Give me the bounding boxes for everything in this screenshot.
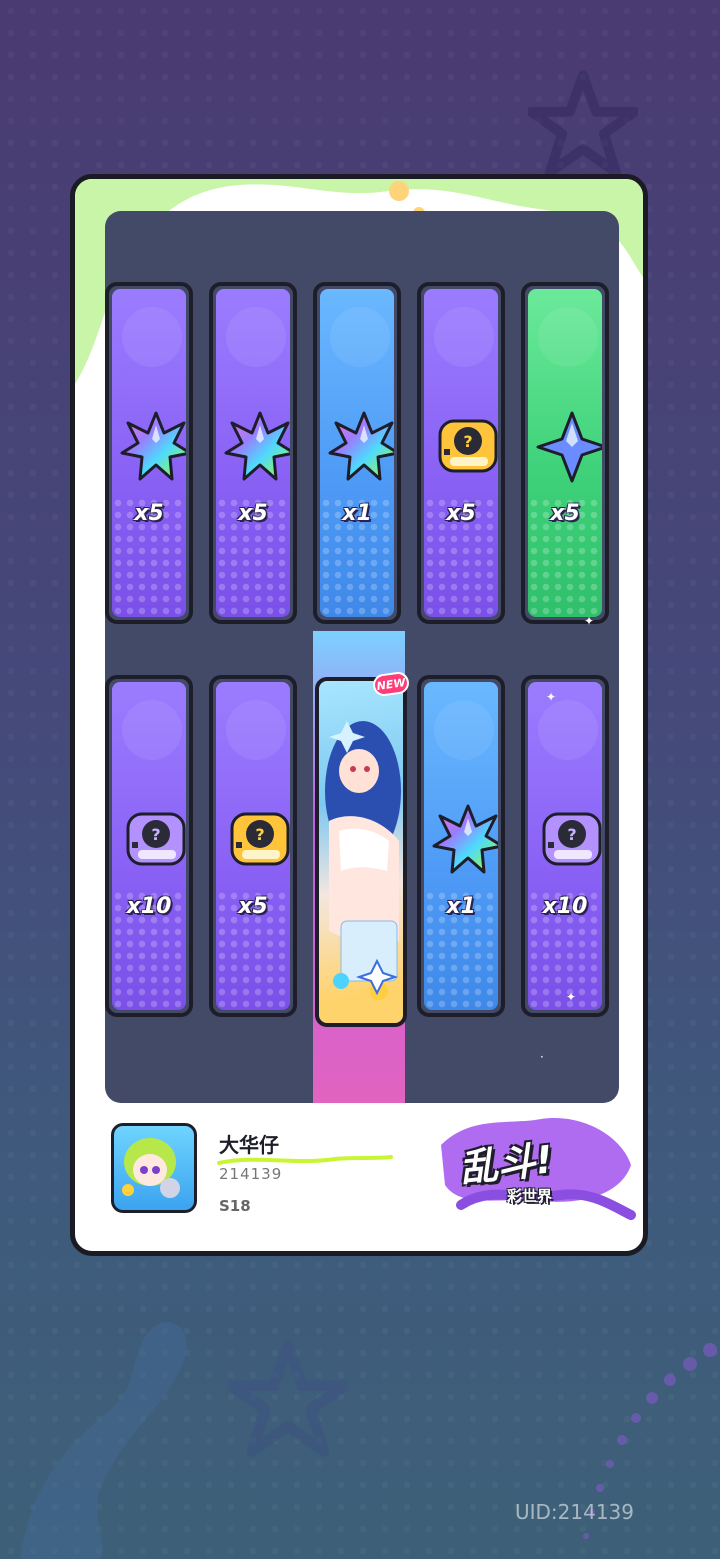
tile-gloss [226, 307, 286, 367]
reward-quantity: x5 [446, 501, 476, 526]
reward-quantity: x10 [126, 894, 172, 919]
reward-tile-background: ? x5 [424, 289, 498, 617]
reward-tile-background: ? x5 [216, 682, 290, 1010]
reward-tile[interactable]: x5 [521, 282, 609, 624]
background-star-icon [228, 1340, 348, 1457]
sparkle-icon: ✦ [566, 990, 577, 1004]
background-star-icon [528, 70, 638, 178]
reward-tile[interactable]: x1 [417, 675, 505, 1017]
rainbow-star-icon [430, 802, 498, 878]
reward-tile-background: x5 [112, 289, 186, 617]
svg-text:?: ? [255, 825, 264, 844]
reward-quantity: x10 [542, 894, 588, 919]
player-footer: 大华仔 214139 S18 乱斗! 彩世界 [75, 1105, 643, 1251]
reward-tile-background: x5 [528, 289, 602, 617]
reward-share-card: x5 x5 x1 ? x5 x5 ? x10 ? x5 x1 ? x10 NEW… [70, 174, 648, 1256]
player-avatar[interactable] [111, 1123, 197, 1213]
reward-tile[interactable]: ? x5 [417, 282, 505, 624]
purple-mystery-ticket-icon: ? [118, 802, 186, 878]
reward-tile-background: ? x10 [528, 682, 602, 1010]
svg-text:?: ? [151, 825, 160, 844]
purple-mystery-ticket-icon: ? [534, 802, 602, 878]
uid-footer-label: UID:214139 [514, 1500, 634, 1524]
reward-tile[interactable]: x1 [313, 282, 401, 624]
background-splash-icon [20, 1322, 187, 1559]
avatar-portrait [122, 1138, 180, 1198]
rainbow-star-icon [118, 409, 186, 485]
season-label: S18 [219, 1197, 251, 1215]
reward-tile-background: x5 [216, 289, 290, 617]
gold-mystery-ticket-icon: ? [222, 802, 290, 878]
sparkle-icon: · [540, 1050, 544, 1064]
reward-quantity: x5 [134, 501, 164, 526]
reward-tile[interactable]: ? x10 [521, 675, 609, 1017]
sparkle-icon: ✦ [546, 690, 557, 704]
reward-quantity: x1 [446, 894, 476, 919]
tile-gloss [122, 307, 182, 367]
reward-tile[interactable]: x5 [105, 282, 193, 624]
svg-text:?: ? [463, 432, 472, 451]
rainbow-star-icon [222, 409, 290, 485]
rainbow-star-icon [326, 409, 394, 485]
reward-tile-background: x1 [424, 682, 498, 1010]
player-id: 214139 [219, 1165, 283, 1183]
tile-gloss [434, 307, 494, 367]
tile-gloss [538, 700, 598, 760]
logo-main-text: 乱斗! [457, 1137, 555, 1191]
reward-quantity: x5 [238, 501, 268, 526]
reward-tile-background: x1 [320, 289, 394, 617]
tile-gloss [226, 700, 286, 760]
logo-sub-text: 彩世界 [507, 1187, 553, 1205]
featured-character-card[interactable] [315, 677, 407, 1027]
tile-gloss [330, 307, 390, 367]
tile-gloss [538, 307, 598, 367]
reward-tile[interactable]: x5 [209, 282, 297, 624]
sparkle-icon: ✦ [584, 614, 595, 628]
reward-quantity: x5 [550, 501, 580, 526]
reward-tile-background: ? x10 [112, 682, 186, 1010]
character-illustration [325, 721, 401, 1000]
blue-crystal-star-icon [534, 409, 602, 485]
reward-quantity: x5 [238, 894, 268, 919]
game-logo: 乱斗! 彩世界 [431, 1105, 643, 1225]
tile-gloss [434, 700, 494, 760]
tile-gloss [122, 700, 182, 760]
background-dots-arc [583, 1343, 717, 1539]
reward-tile[interactable]: ? x5 [209, 675, 297, 1017]
reward-quantity: x1 [342, 501, 372, 526]
svg-text:?: ? [567, 825, 576, 844]
reward-tile[interactable]: ? x10 [105, 675, 193, 1017]
gold-mystery-ticket-icon: ? [430, 409, 498, 485]
